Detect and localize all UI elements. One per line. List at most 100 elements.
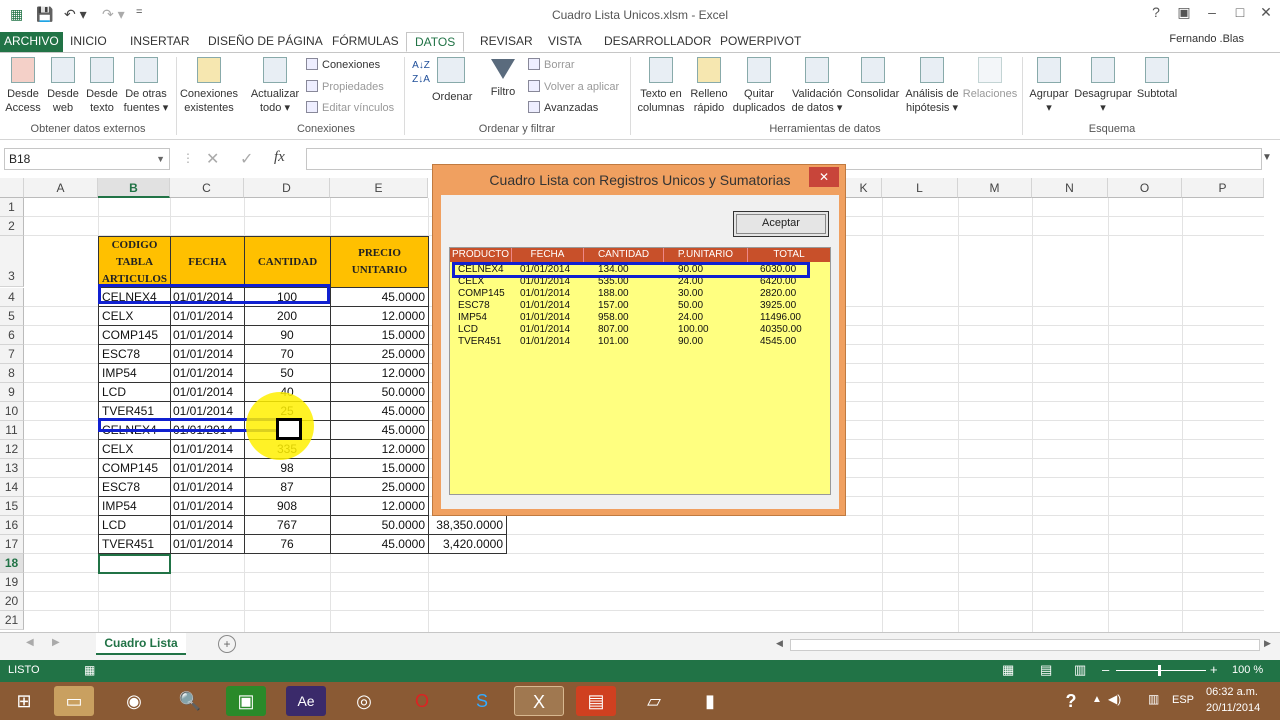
show-hidden-icon[interactable]: ▲: [1092, 694, 1102, 705]
user-name[interactable]: Fernando .Blas: [1169, 33, 1244, 45]
volver-aplicar-button[interactable]: Volver a aplicar: [528, 77, 619, 97]
validacion-datos-button[interactable]: Validación de datos ▾: [790, 53, 844, 115]
tab-datos[interactable]: DATOS: [406, 32, 465, 52]
actualizar-todo-button[interactable]: Actualizar todo ▾: [248, 53, 302, 115]
row-header[interactable]: 12: [0, 440, 24, 459]
prev-sheet-icon[interactable]: ◀: [26, 637, 34, 648]
zoom-thumb[interactable]: [1158, 665, 1161, 676]
clock-time[interactable]: 06:32 a.m.: [1206, 686, 1258, 698]
row-header[interactable]: 14: [0, 478, 24, 497]
row-header[interactable]: 18: [0, 554, 24, 573]
cell-date[interactable]: 01/01/2014: [170, 497, 245, 516]
row-header[interactable]: 2: [0, 217, 24, 236]
file-explorer-icon[interactable]: ▭: [54, 686, 94, 716]
selected-cell[interactable]: [98, 554, 171, 574]
cell-date[interactable]: 01/01/2014: [170, 345, 245, 364]
cell-price[interactable]: 45.0000: [330, 288, 429, 307]
row-header[interactable]: 6: [0, 326, 24, 345]
cell-total[interactable]: 38,350.0000: [428, 516, 507, 535]
language-indicator[interactable]: ESP: [1172, 694, 1194, 706]
help-icon[interactable]: ?: [1142, 4, 1170, 20]
insert-function-icon[interactable]: fx: [274, 149, 285, 166]
cell-qty[interactable]: 98: [244, 459, 331, 478]
column-header[interactable]: N: [1032, 178, 1108, 198]
dialog-close-button[interactable]: ✕: [809, 167, 839, 187]
tab-inicio[interactable]: INICIO: [62, 32, 115, 52]
cell-price[interactable]: 12.0000: [330, 364, 429, 383]
camera-icon[interactable]: ▮: [690, 686, 730, 716]
cell-code[interactable]: LCD: [98, 516, 171, 535]
notes-icon[interactable]: ▱: [634, 686, 674, 716]
row-header[interactable]: 7: [0, 345, 24, 364]
page-break-icon[interactable]: ▥: [1074, 662, 1086, 678]
cell-price[interactable]: 50.0000: [330, 516, 429, 535]
close-window-icon[interactable]: ✕: [1252, 4, 1280, 21]
column-header[interactable]: E: [330, 178, 428, 198]
tab-archivo[interactable]: ARCHIVO: [0, 32, 63, 52]
cell-code[interactable]: IMP54: [98, 497, 171, 516]
cell-date[interactable]: 01/01/2014: [170, 535, 245, 554]
agrupar-button[interactable]: Agrupar ▾: [1026, 53, 1072, 115]
row-header[interactable]: 16: [0, 516, 24, 535]
help-tray-icon[interactable]: ?: [1056, 686, 1086, 716]
ribbon-options-icon[interactable]: ▣: [1170, 4, 1198, 21]
filtro-button[interactable]: Filtro: [488, 53, 518, 99]
row-header[interactable]: 20: [0, 592, 24, 611]
cell-code[interactable]: IMP54: [98, 364, 171, 383]
subtotal-button[interactable]: Subtotal: [1134, 53, 1180, 101]
cell-price[interactable]: 45.0000: [330, 535, 429, 554]
tab-vista[interactable]: VISTA: [540, 32, 590, 52]
cell-price[interactable]: 15.0000: [330, 459, 429, 478]
after-effects-icon[interactable]: Ae: [286, 686, 326, 716]
column-header[interactable]: M: [958, 178, 1032, 198]
row-header[interactable]: 19: [0, 573, 24, 592]
desagrupar-button[interactable]: Desagrupar ▾: [1074, 53, 1132, 115]
column-header[interactable]: K: [846, 178, 882, 198]
tab-revisar[interactable]: REVISAR: [472, 32, 541, 52]
zoom-slider[interactable]: [1116, 670, 1206, 671]
cell-price[interactable]: 50.0000: [330, 383, 429, 402]
cancel-icon[interactable]: ✕: [206, 149, 219, 169]
tab-desarrollador[interactable]: DESARROLLADOR: [596, 32, 719, 52]
avanzadas-button[interactable]: Avanzadas: [528, 98, 598, 118]
cell-code[interactable]: ESC78: [98, 478, 171, 497]
column-header[interactable]: B: [98, 178, 170, 198]
cell-date[interactable]: 01/01/2014: [170, 364, 245, 383]
cell-qty[interactable]: 76: [244, 535, 331, 554]
row-header[interactable]: 9: [0, 383, 24, 402]
row-header[interactable]: 1: [0, 198, 24, 217]
tab-insertar[interactable]: INSERTAR: [122, 32, 198, 52]
row-header[interactable]: 5: [0, 307, 24, 326]
otras-fuentes-button[interactable]: De otras fuentes ▾: [122, 53, 170, 115]
macro-record-icon[interactable]: ▦: [84, 663, 95, 677]
consolidar-button[interactable]: Consolidar: [846, 53, 900, 101]
cell-price[interactable]: 45.0000: [330, 402, 429, 421]
column-header[interactable]: L: [882, 178, 958, 198]
maximize-icon[interactable]: □: [1226, 4, 1254, 20]
media-player-icon[interactable]: ◉: [114, 686, 154, 716]
tab-diseno-pagina[interactable]: DISEÑO DE PÁGINA: [200, 32, 331, 52]
scroll-left-icon[interactable]: ◀: [776, 638, 783, 649]
skype-icon[interactable]: S: [462, 686, 502, 716]
cell-qty[interactable]: 908: [244, 497, 331, 516]
cell-qty[interactable]: 87: [244, 478, 331, 497]
app-icon[interactable]: ▤: [576, 686, 616, 716]
row-header[interactable]: 8: [0, 364, 24, 383]
network-icon[interactable]: ▥: [1148, 692, 1159, 706]
clock-date[interactable]: 20/11/2014: [1206, 702, 1260, 714]
tab-formulas[interactable]: FÓRMULAS: [324, 32, 407, 52]
row-header[interactable]: 15: [0, 497, 24, 516]
editar-vinculos-button[interactable]: Editar vínculos: [306, 98, 394, 118]
column-header[interactable]: O: [1108, 178, 1182, 198]
excel-taskbar-icon[interactable]: X: [514, 686, 564, 716]
cell-total[interactable]: 3,420.0000: [428, 535, 507, 554]
next-sheet-icon[interactable]: ▶: [52, 637, 60, 648]
sheet-tab-cuadro-lista[interactable]: Cuadro Lista: [96, 633, 186, 655]
ordenar-button[interactable]: [436, 53, 466, 87]
column-header[interactable]: C: [170, 178, 244, 198]
cell-price[interactable]: 15.0000: [330, 326, 429, 345]
ordenar-label[interactable]: Ordenar: [432, 87, 472, 107]
cell-code[interactable]: ESC78: [98, 345, 171, 364]
chevron-down-icon[interactable]: ▼: [156, 149, 165, 169]
cell-date[interactable]: 01/01/2014: [170, 516, 245, 535]
